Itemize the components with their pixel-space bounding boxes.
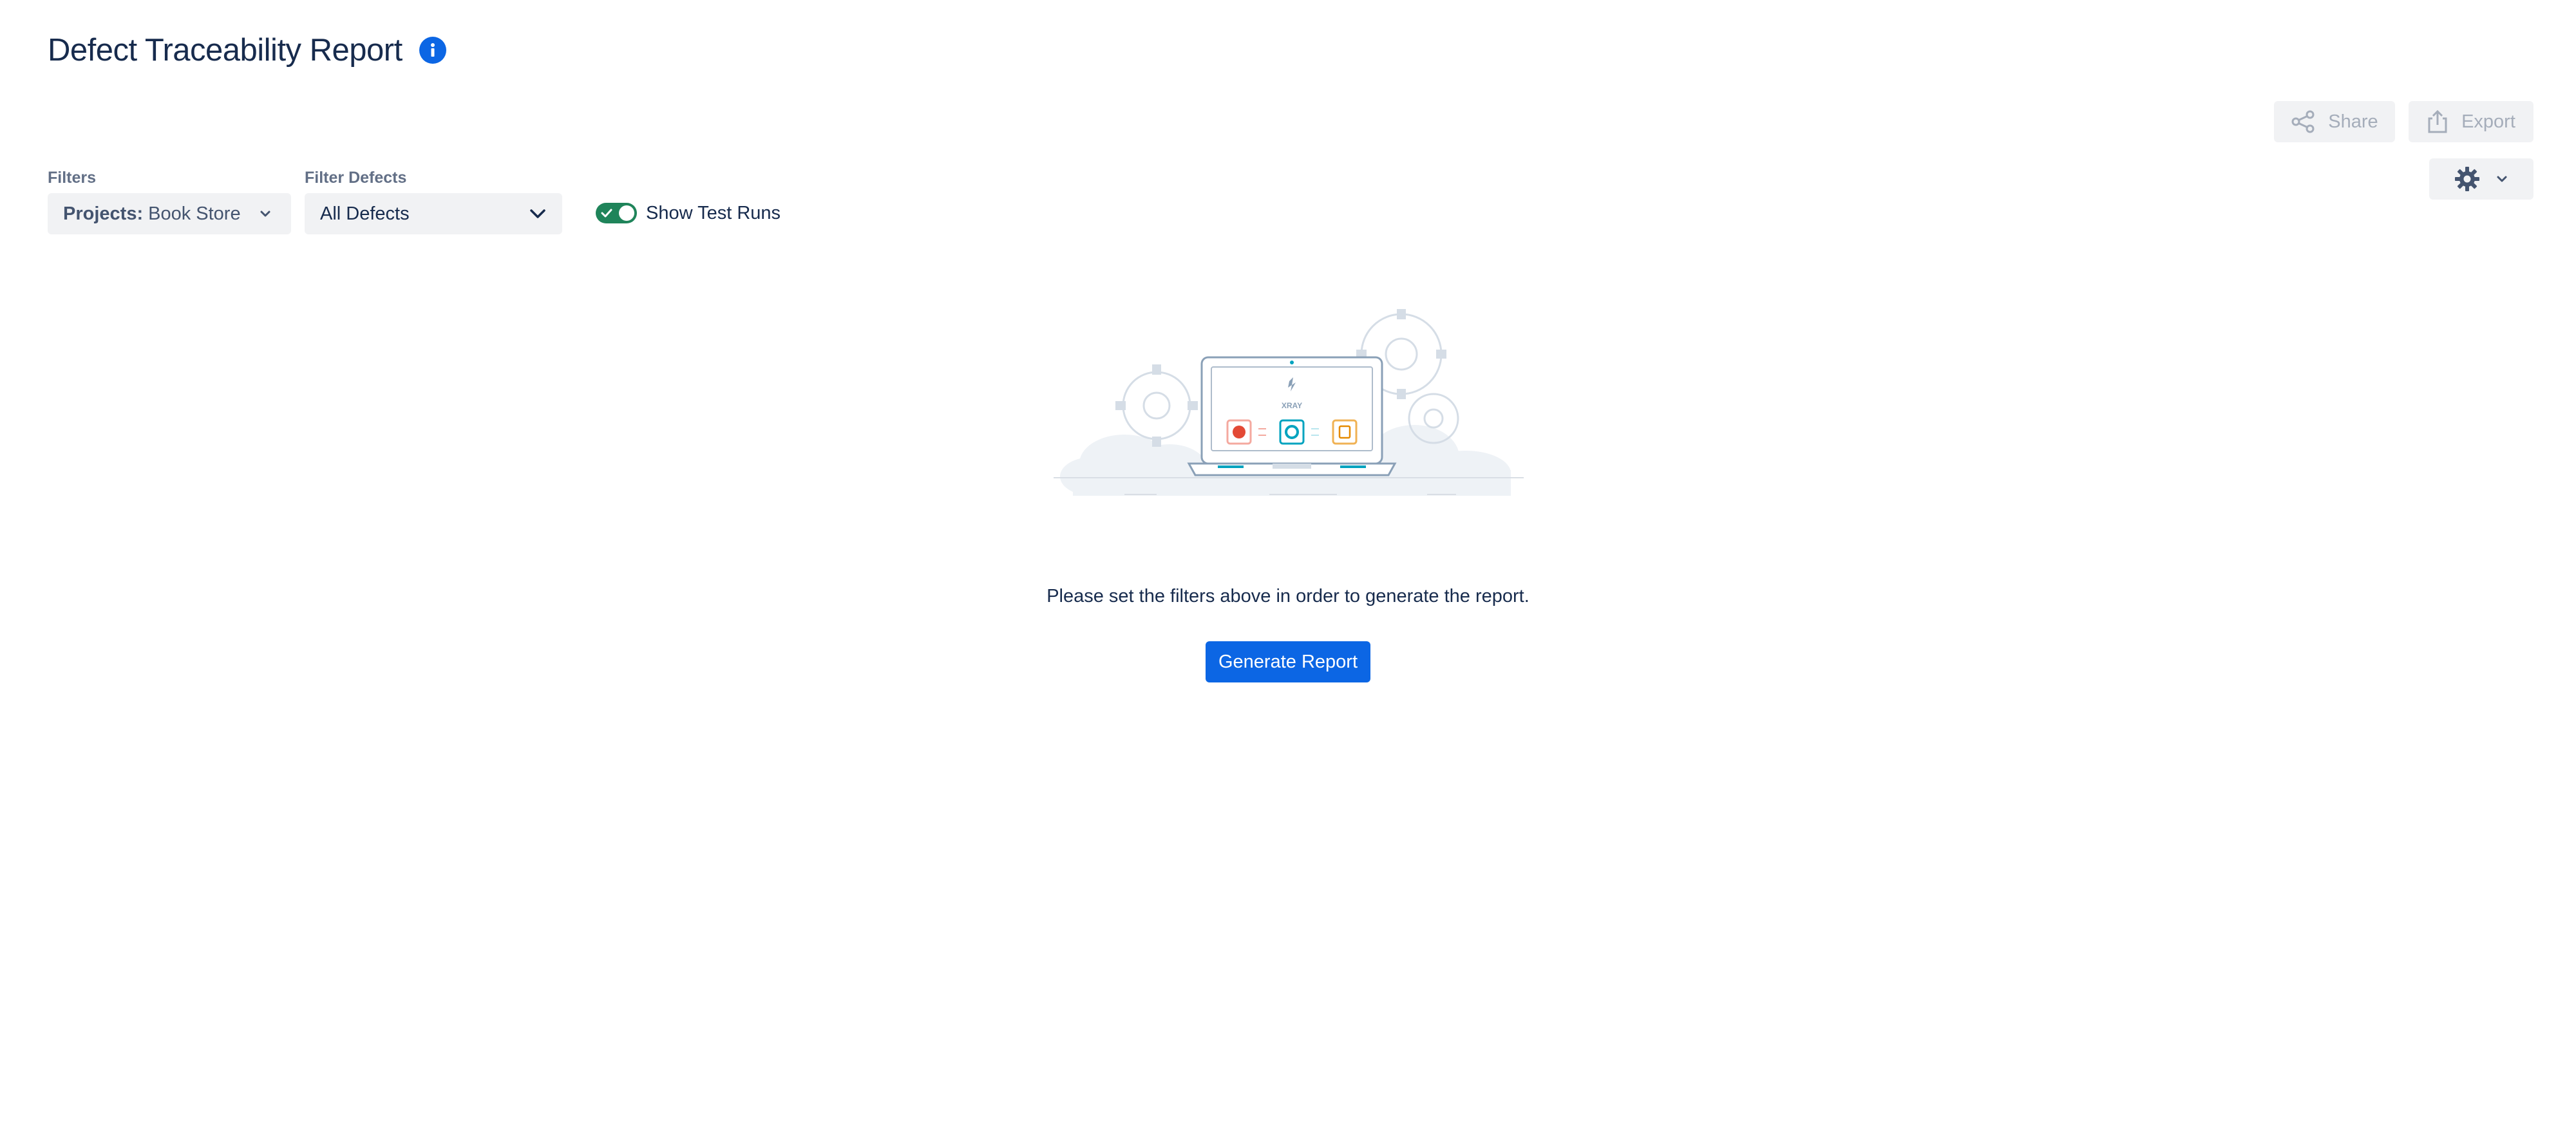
generate-report-button[interactable]: Generate Report — [1206, 641, 1370, 682]
filter-defects-select[interactable]: All Defects — [305, 193, 562, 234]
show-test-runs-toggle[interactable] — [596, 203, 637, 223]
gear-icon — [2455, 167, 2479, 191]
share-icon — [2291, 110, 2315, 133]
report-page: Defect Traceability Report Share Export — [0, 0, 2576, 1137]
settings-button[interactable] — [2429, 158, 2533, 200]
show-test-runs-toggle-row: Show Test Runs — [596, 200, 781, 226]
page-title: Defect Traceability Report — [48, 33, 402, 68]
empty-state-message: Please set the filters above in order to… — [1046, 586, 1530, 606]
share-button[interactable]: Share — [2274, 101, 2395, 142]
check-icon — [601, 209, 612, 218]
filter-defects-value: All Defects — [320, 203, 410, 224]
illustration-caption: XRAY — [1282, 401, 1302, 410]
empty-state-illustration: XRAY — [1054, 309, 1524, 496]
title-row: Defect Traceability Report — [48, 30, 446, 71]
show-test-runs-label: Show Test Runs — [646, 202, 781, 223]
chevron-down-icon — [530, 209, 545, 218]
share-label: Share — [2328, 111, 2378, 132]
info-icon[interactable] — [419, 37, 446, 64]
export-icon — [2428, 109, 2447, 133]
filters-label: Filters — [48, 169, 97, 187]
filter-defects-label: Filter Defects — [305, 169, 407, 187]
projects-value: Book Store — [148, 203, 241, 224]
projects-filter-select[interactable]: Projects: Book Store — [48, 193, 291, 234]
toggle-knob — [619, 205, 634, 221]
export-button[interactable]: Export — [2409, 101, 2533, 142]
chevron-down-icon — [260, 211, 270, 217]
chevron-down-icon — [2497, 176, 2507, 182]
export-label: Export — [2461, 111, 2515, 132]
projects-key: Projects: — [63, 203, 144, 224]
